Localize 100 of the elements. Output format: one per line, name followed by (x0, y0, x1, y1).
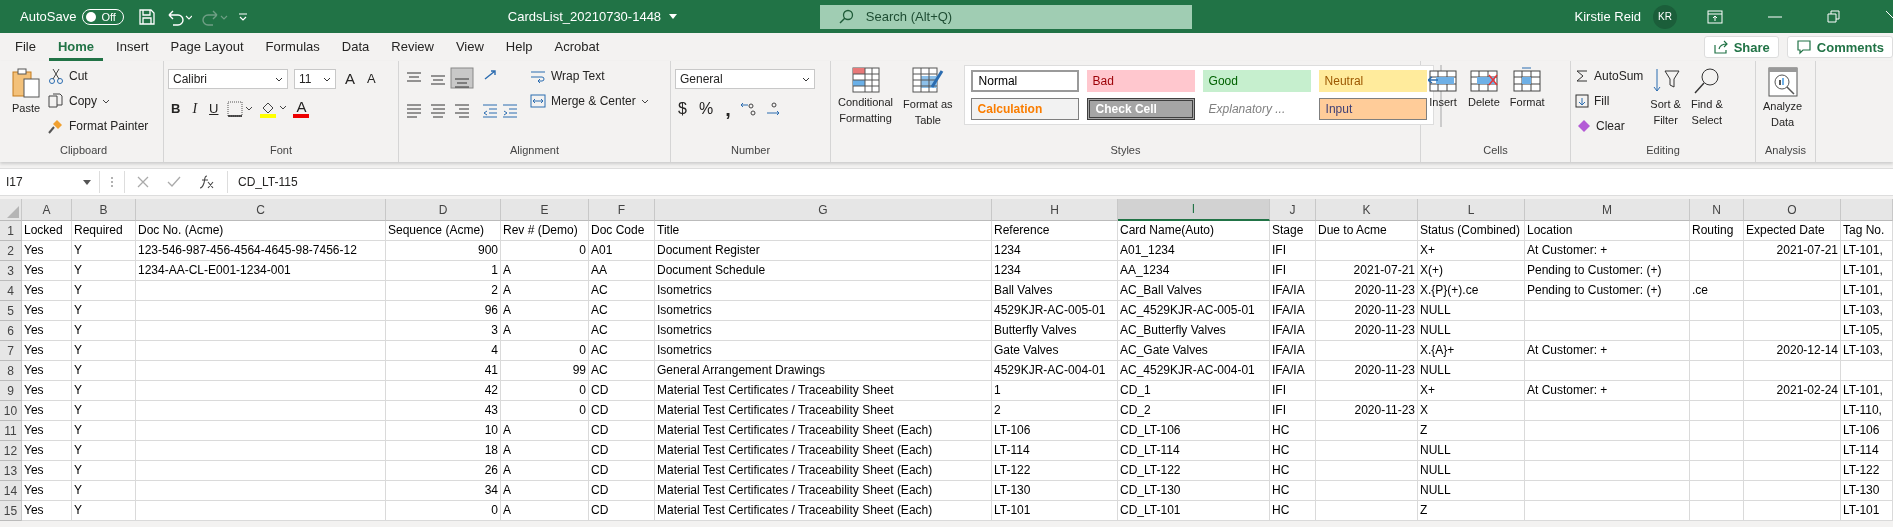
row-header[interactable]: 7 (0, 341, 22, 361)
column-header[interactable]: H (992, 199, 1118, 221)
copy-button[interactable]: Copy (48, 90, 149, 112)
column-header[interactable]: K (1316, 199, 1418, 221)
merge-center-button[interactable]: Merge & Center (530, 90, 649, 112)
column-header[interactable]: F (589, 199, 655, 221)
column-header[interactable]: N (1690, 199, 1744, 221)
column-header[interactable]: L (1418, 199, 1525, 221)
caret-icon[interactable] (669, 14, 678, 19)
format-button[interactable]: Format (1506, 65, 1548, 111)
restore-icon[interactable] (1827, 10, 1840, 23)
table-cell: IFI (1270, 241, 1316, 261)
fill-button[interactable]: Fill (1575, 90, 1644, 112)
ribbon-tab[interactable]: Data (332, 33, 379, 61)
user-avatar[interactable]: KR (1653, 4, 1677, 29)
ribbon-tab[interactable]: Review (382, 33, 443, 61)
formula-field[interactable]: CD_LT-115 (238, 175, 1893, 189)
bold-button[interactable]: B (168, 99, 184, 119)
row-header[interactable]: 3 (0, 261, 22, 281)
file-name[interactable]: CardsList_20210730-1448 (507, 9, 662, 24)
comma-style-button[interactable]: , (722, 101, 734, 117)
sort-filter-button[interactable]: Sort & Filter (1647, 65, 1684, 129)
increase-font-button[interactable]: A (342, 69, 358, 89)
share-button[interactable]: Share (1703, 36, 1779, 58)
clear-button[interactable]: Clear (1575, 115, 1644, 137)
insert-button[interactable]: Insert (1425, 65, 1461, 111)
font-size-field[interactable]: 11 (294, 69, 336, 89)
row-header[interactable]: 6 (0, 321, 22, 341)
underline-button[interactable]: U (206, 99, 222, 119)
format-painter-button[interactable]: Format Painter (48, 115, 149, 137)
column-header[interactable]: D (386, 199, 501, 221)
fill-color-icon[interactable] (259, 100, 288, 118)
table-cell: HC (1270, 461, 1316, 481)
column-header[interactable]: O (1744, 199, 1841, 221)
row-header[interactable]: 4 (0, 281, 22, 301)
row-header[interactable]: 14 (0, 481, 22, 501)
cell-style-option[interactable]: Neutral (1318, 70, 1427, 92)
find-select-button[interactable]: Find & Select (1687, 65, 1726, 129)
column-header[interactable]: E (501, 199, 589, 221)
cell-style-option[interactable]: Good (1202, 70, 1311, 92)
column-header[interactable]: J (1270, 199, 1316, 221)
ribbon-tab[interactable]: Page Layout (161, 33, 253, 61)
row-header[interactable]: 2 (0, 241, 22, 261)
conditional-formatting-button[interactable]: Conditional Formatting (835, 65, 897, 127)
group-label: Cells (1482, 144, 1509, 158)
autosum-button[interactable]: AutoSum (1575, 65, 1644, 87)
ribbon-display-icon[interactable] (1707, 9, 1723, 24)
cell-style-option[interactable]: Bad (1086, 70, 1195, 92)
column-header[interactable]: B (72, 199, 136, 221)
font-name-field[interactable]: Calibri (168, 69, 288, 89)
comments-button[interactable]: Comments (1786, 36, 1893, 58)
table-cell: Material Test Certificates / Traceability Sheet (Each) (655, 461, 992, 481)
column-header[interactable]: A (22, 199, 72, 221)
percent-button[interactable]: % (695, 99, 717, 119)
cell-style-option[interactable]: Explanatory ... (1202, 98, 1311, 120)
italic-button[interactable]: I (189, 99, 201, 119)
table-cell: 1234 (992, 241, 1118, 261)
ribbon-tab[interactable]: Formulas (256, 33, 329, 61)
table-cell: Yes (22, 321, 72, 341)
format-as-table-button[interactable]: Format as Table (900, 65, 956, 129)
ribbon-tab[interactable]: File (6, 33, 45, 61)
ribbon-tab[interactable]: Insert (107, 33, 158, 61)
increase-decimal-icon[interactable] (739, 101, 758, 117)
ribbon-tab[interactable]: View (446, 33, 493, 61)
row-header[interactable]: 15 (0, 501, 22, 521)
cut-button[interactable]: Cut (48, 65, 149, 87)
cancel-icon[interactable] (137, 176, 149, 188)
column-header[interactable]: I (1118, 199, 1270, 221)
analyze-data-button[interactable]: Analyze Data (1760, 65, 1806, 131)
column-header[interactable]: M (1525, 199, 1690, 221)
ribbon-tab[interactable]: Help (496, 33, 542, 61)
row-header[interactable]: 13 (0, 461, 22, 481)
ribbon-tab[interactable]: Acrobat (545, 33, 609, 61)
row-header[interactable]: 8 (0, 361, 22, 381)
row-header[interactable]: 1 (0, 221, 22, 241)
row-header[interactable]: 12 (0, 441, 22, 461)
cell-style-option[interactable]: Input (1318, 98, 1427, 120)
row-header[interactable]: 5 (0, 301, 22, 321)
table-cell: X(+) (1418, 261, 1525, 281)
save-icon[interactable] (137, 7, 156, 26)
customize-icon[interactable] (237, 10, 248, 23)
row-header[interactable]: 11 (0, 421, 22, 441)
column-header[interactable]: G (655, 199, 992, 221)
enter-icon[interactable] (167, 176, 181, 188)
cell-style-option[interactable]: Normal (970, 70, 1079, 92)
wrap-text-button[interactable]: Wrap Text (530, 65, 649, 87)
delete-button[interactable]: Delete (1465, 65, 1503, 111)
row-header[interactable]: 10 (0, 401, 22, 421)
search-field[interactable]: Search (Alt+Q) (819, 4, 1192, 29)
number-format-field[interactable]: General (675, 69, 815, 89)
name-box[interactable]: I17 (0, 171, 100, 193)
column-header[interactable]: C (136, 199, 386, 221)
insert-function-icon[interactable] (199, 175, 215, 189)
currency-button[interactable]: $ (675, 99, 690, 119)
borders-icon[interactable] (227, 101, 254, 117)
minimize-icon[interactable] (1768, 15, 1782, 18)
paste-button[interactable]: Paste (8, 65, 44, 117)
font-color-button[interactable]: A (293, 100, 310, 118)
decrease-font-button[interactable]: A (364, 69, 379, 89)
row-header[interactable]: 9 (0, 381, 22, 401)
